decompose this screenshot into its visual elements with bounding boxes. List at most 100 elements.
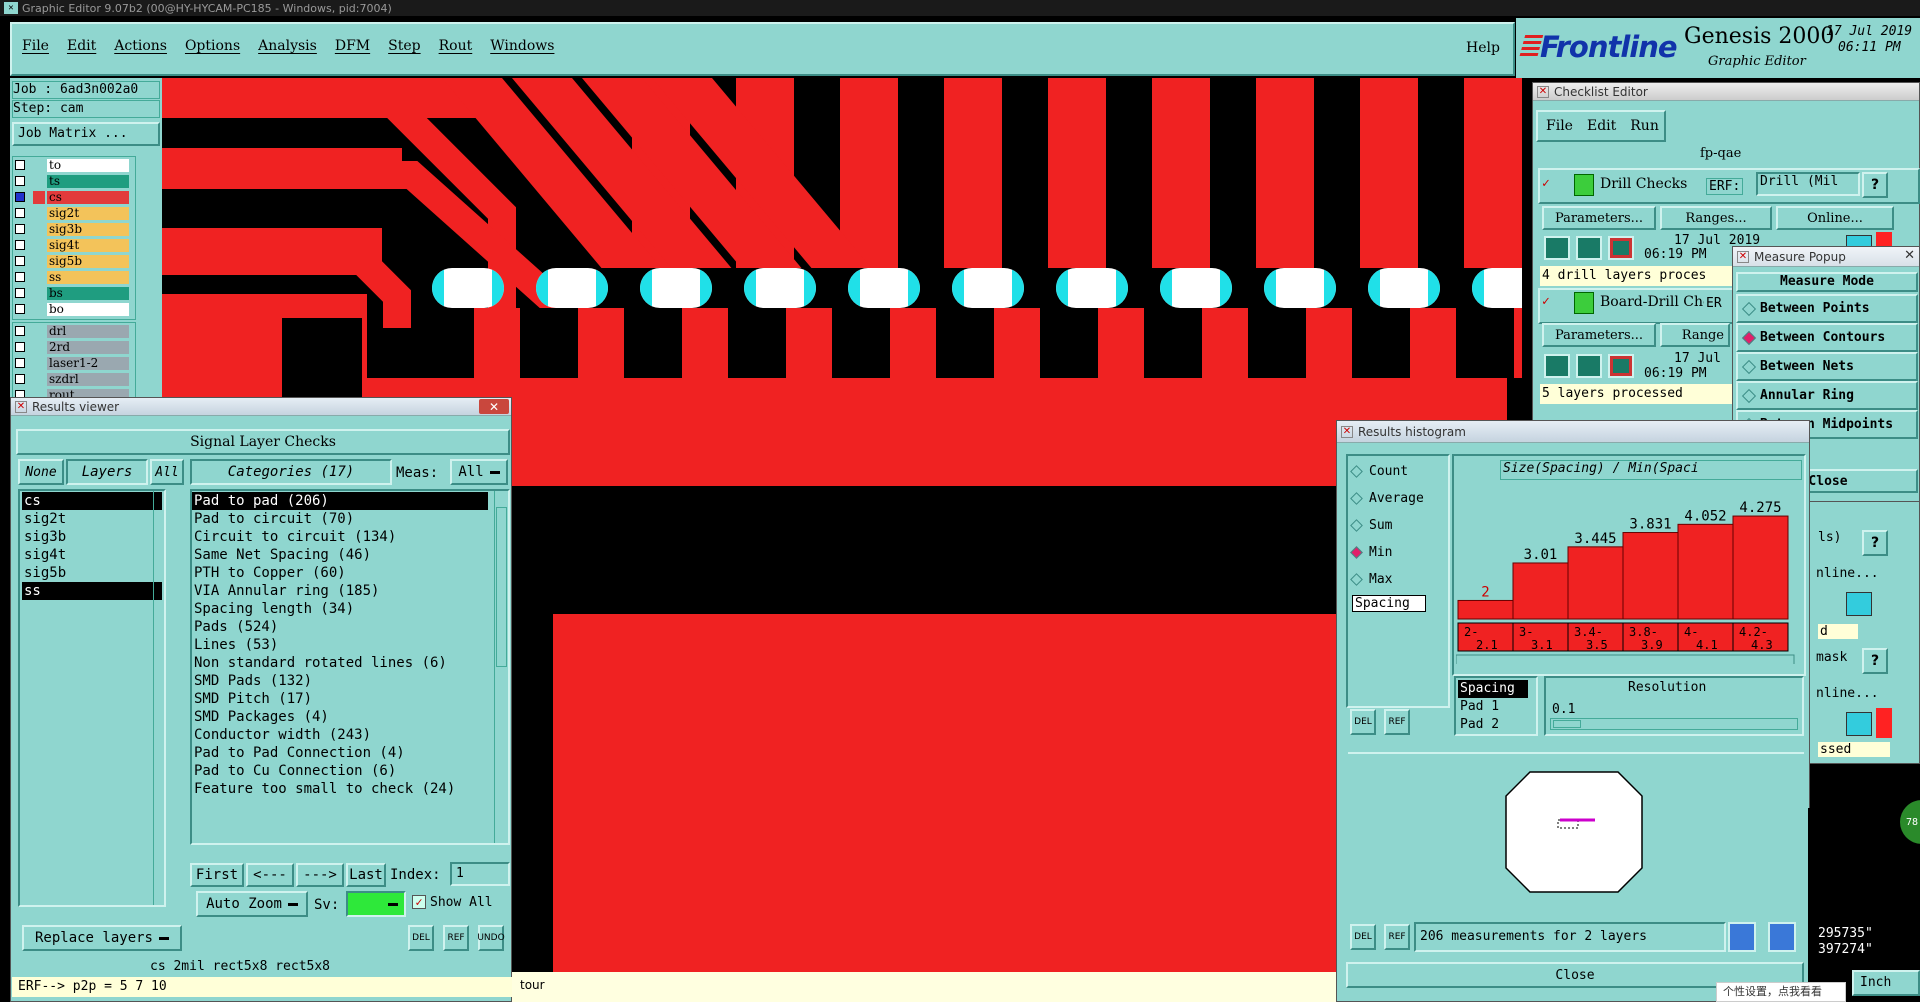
category-item[interactable]: Non standard rotated lines (6) [192,654,488,672]
smd-pad[interactable] [432,268,504,308]
menu-dfm[interactable]: DFM [335,38,370,60]
resolution-slider[interactable] [1550,718,1798,730]
smd-pad[interactable] [1368,268,1440,308]
layer-name[interactable]: drl [47,325,129,338]
row1-online-button[interactable]: Online... [1776,206,1894,230]
first-button[interactable]: First [190,863,244,887]
auto-zoom-select[interactable]: Auto Zoom [196,891,308,917]
checklist-run-icon[interactable] [1544,236,1570,260]
smd-pad[interactable] [848,268,920,308]
category-item[interactable]: Spacing length (34) [192,600,488,618]
row1-checkbox[interactable]: ✓ [1542,176,1556,191]
row1-help-button[interactable]: ? [1862,172,1888,198]
category-item[interactable]: Same Net Spacing (46) [192,546,488,564]
scroll-thumb[interactable] [496,507,507,667]
smd-pad[interactable] [1160,268,1232,308]
smd-pad[interactable] [744,268,816,308]
layer-checkbox[interactable] [15,240,25,250]
category-item[interactable]: Pad to pad (206) [192,492,488,510]
layer-list-item[interactable]: cs [22,492,162,510]
category-item[interactable]: VIA Annular ring (185) [192,582,488,600]
spacing-item[interactable]: Pad 1 [1458,698,1528,716]
export-icon-2[interactable] [1768,922,1796,952]
menu-windows[interactable]: Windows [490,38,554,60]
spacing-item[interactable]: Pad 2 [1458,716,1528,734]
histogram-bar[interactable] [1512,562,1569,620]
category-item[interactable]: PTH to Copper (60) [192,564,488,582]
category-item[interactable]: Pads (524) [192,618,488,636]
menu-file[interactable]: File [22,38,49,60]
category-item[interactable]: Conductor width (243) [192,726,488,744]
run-icon[interactable] [1574,292,1594,314]
histogram-radio[interactable]: Average [1350,485,1424,512]
layer-checkbox[interactable] [15,288,25,298]
histogram-list-item[interactable]: Spacing [1352,595,1426,612]
checklist-menu-run[interactable]: Run [1630,118,1659,134]
layer-list-item[interactable]: sig2t [22,510,162,528]
layer-checkbox[interactable] [15,374,25,384]
row1-erf-value[interactable]: Drill (Mil [1756,172,1860,196]
menu-help[interactable]: Help [1466,40,1500,56]
prev-button[interactable]: <--- [246,863,294,887]
layer-checkbox[interactable] [15,224,25,234]
row1-name[interactable]: Drill Checks [1600,176,1687,192]
measure-option[interactable]: Between Contours [1736,323,1918,352]
run-icon[interactable] [1574,174,1594,196]
menu-options[interactable]: Options [185,38,240,60]
slider-thumb[interactable] [1553,720,1581,728]
sv-color-select[interactable] [346,891,406,917]
layer-checkbox[interactable] [15,326,25,336]
categories-tab[interactable]: Categories (17) [190,459,392,485]
histogram-radio[interactable]: Sum [1350,512,1424,539]
menu-rout[interactable]: Rout [439,38,473,60]
layer-name[interactable]: sig4t [47,239,129,252]
layer-list-item[interactable]: ss [22,582,162,600]
layer-name[interactable]: 2rd [47,341,129,354]
measure-option[interactable]: Annular Ring [1736,381,1918,410]
smd-pad[interactable] [1472,268,1522,308]
preview-ref-button[interactable]: REF [1384,924,1410,950]
histogram-radio[interactable]: Count [1350,458,1424,485]
fragment-help-button-2[interactable]: ? [1862,648,1888,674]
row1-parameters-button[interactable]: Parameters... [1542,206,1656,230]
smd-pad[interactable] [1264,268,1336,308]
row2-checkbox[interactable]: ✓ [1542,294,1556,309]
layer-name[interactable]: laser1-2 [47,357,129,370]
measure-option[interactable]: Between Nets [1736,352,1918,381]
histogram-bar[interactable] [1677,523,1734,620]
layer-list-item[interactable]: sig5b [22,564,162,582]
checklist-menu-file[interactable]: File [1546,118,1573,134]
unit-selector[interactable]: Inch [1852,970,1920,996]
close-icon[interactable]: ✕ [1904,248,1915,263]
row2-name[interactable]: Board-Drill Che [1600,294,1704,310]
layer-name[interactable]: ss [47,271,129,284]
layer-name[interactable]: ts [47,175,129,188]
layer-name[interactable]: bs [47,287,129,300]
histogram-radio[interactable]: Min [1350,539,1424,566]
layer-checkbox[interactable] [15,304,25,314]
category-item[interactable]: Pad to Pad Connection (4) [192,744,488,762]
smd-pad[interactable] [640,268,712,308]
layer-name[interactable]: cs [47,191,129,204]
none-button[interactable]: None [18,459,64,485]
fragment-zoom-icon[interactable] [1846,592,1872,616]
fragment-alert-icon[interactable] [1876,708,1892,738]
undo-button[interactable]: UNDO [477,925,505,951]
all-layers-button[interactable]: All [150,459,184,485]
hist-del-button[interactable]: DEL [1350,709,1376,735]
category-item[interactable]: Pad to Cu Connection (6) [192,762,488,780]
category-item[interactable]: Pad to circuit (70) [192,510,488,528]
checklist-run-icon[interactable] [1544,354,1570,378]
category-vscrollbar[interactable] [494,491,508,843]
checklist-run-icon[interactable] [1576,354,1602,378]
layers-tab[interactable]: Layers [66,459,148,485]
layer-list-item[interactable]: sig3b [22,528,162,546]
layer-checkbox[interactable] [15,342,25,352]
layer-name[interactable]: to [47,159,129,172]
layer-name[interactable]: szdrl [47,373,129,386]
layer-checkbox[interactable] [15,256,25,266]
last-button[interactable]: Last [346,863,386,887]
layer-name[interactable]: bo [47,303,129,316]
checklist-run-icon[interactable] [1576,236,1602,260]
layer-list-item[interactable]: sig4t [22,546,162,564]
